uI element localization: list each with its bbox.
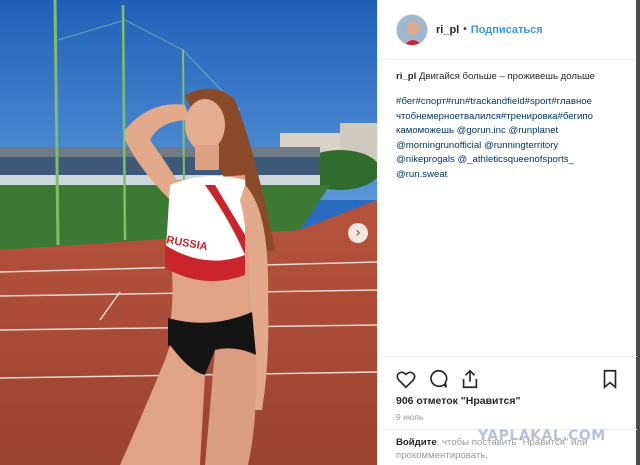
follow-button[interactable]: Подписаться: [471, 24, 543, 36]
comment-icon[interactable]: [427, 368, 449, 390]
post-caption: ri_pl Двигайся больше – проживешь дольше: [378, 60, 636, 84]
post-date: 9 июль: [396, 412, 424, 422]
hashtag-line[interactable]: @morningrunofficial @runningterritory: [396, 139, 618, 154]
header-separator: •: [463, 24, 467, 35]
caption-username[interactable]: ri_pl: [396, 71, 416, 82]
hashtags-block: #бег#спорт#run#trackandfield#sport#главн…: [378, 84, 636, 182]
carousel-next-button[interactable]: ›: [348, 223, 368, 243]
action-icons: [378, 357, 637, 393]
hashtag-line[interactable]: @run.sweat: [396, 168, 618, 183]
hashtag-line[interactable]: камоможешь @gorun.inc @runplanet: [396, 124, 618, 139]
post-dialog: RUSSIA › ri_pl • Подписаться ri_pl Двига…: [0, 0, 640, 465]
hashtag-line[interactable]: @nikeprogals @_athleticsqueenofsports_: [396, 153, 618, 168]
avatar[interactable]: [396, 13, 428, 46]
header-username[interactable]: ri_pl: [436, 24, 459, 36]
heart-icon[interactable]: [395, 368, 417, 390]
watermark: YAPLAKAL.COM: [478, 428, 606, 444]
post-header: ri_pl • Подписаться: [378, 0, 636, 60]
hashtag-line[interactable]: #бег#спорт#run#trackandfield#sport#главн…: [396, 95, 618, 110]
share-icon[interactable]: [459, 368, 481, 390]
login-link[interactable]: Войдите: [396, 437, 437, 448]
caption-text: Двигайся больше – проживешь дольше: [418, 71, 596, 82]
photo-scene: RUSSIA: [0, 0, 377, 465]
post-actions: 906 отметок "Нравится" 9 июль Войдите, ч…: [378, 356, 637, 465]
post-panel: ri_pl • Подписаться ri_pl Двигайся больш…: [377, 0, 637, 465]
hashtag-line[interactable]: чтобнемерноетвалился#тренировка#бегипо: [396, 110, 618, 125]
post-photo[interactable]: RUSSIA ›: [0, 0, 377, 465]
likes-count[interactable]: 906 отметок "Нравится": [378, 393, 637, 407]
bookmark-icon[interactable]: [599, 368, 621, 390]
